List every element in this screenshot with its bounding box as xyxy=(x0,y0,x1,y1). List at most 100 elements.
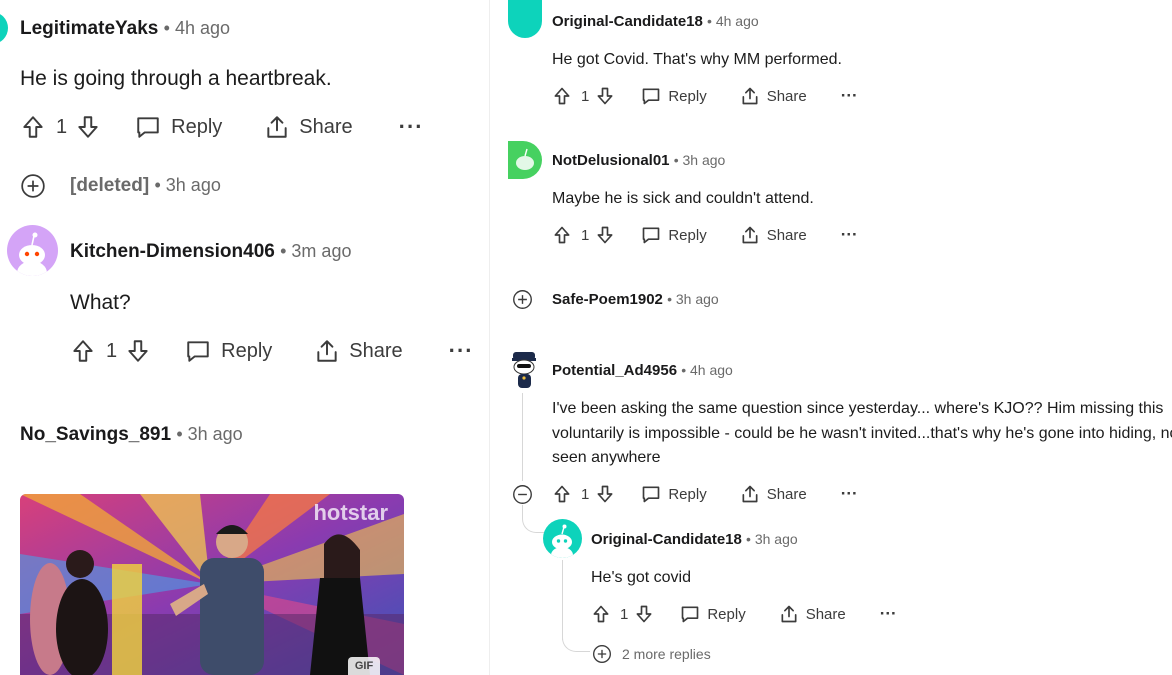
share-button[interactable]: Share xyxy=(779,604,846,624)
comment-author[interactable]: Safe-Poem1902 xyxy=(552,291,663,308)
reply-button[interactable]: Reply xyxy=(641,225,707,245)
comment-actions: 1 Reply Share ··· xyxy=(70,338,474,364)
comment-time: • 4h ago xyxy=(681,362,733,378)
comment-header: Original-Candidate18 • 4h ago xyxy=(552,13,759,30)
avatar[interactable] xyxy=(0,12,8,44)
more-options-button[interactable]: ··· xyxy=(841,86,858,106)
comment-body: He got Covid. That's why MM performed. xyxy=(552,51,842,68)
comment-header: No_Savings_891 • 3h ago xyxy=(20,424,243,446)
comment-bubble-icon xyxy=(643,227,660,244)
comment-time: • 4h ago xyxy=(707,13,759,29)
thread-line[interactable] xyxy=(522,393,523,481)
more-options-button[interactable]: ··· xyxy=(449,338,474,364)
thread-line[interactable] xyxy=(562,560,563,640)
upvote-button[interactable] xyxy=(552,225,572,245)
comment-author[interactable]: Original-Candidate18 xyxy=(591,531,742,548)
expand-thread-button[interactable] xyxy=(512,289,533,315)
downvote-icon xyxy=(597,226,613,244)
downvote-button[interactable] xyxy=(595,484,615,504)
comment-author[interactable]: Potential_Ad4956 xyxy=(552,362,677,379)
snoo-icon xyxy=(17,232,47,276)
comment-bubble-icon xyxy=(187,341,209,362)
share-icon xyxy=(267,116,287,138)
gif-watermark: hotstar xyxy=(313,500,388,525)
upvote-button[interactable] xyxy=(70,338,96,364)
downvote-button[interactable] xyxy=(75,114,101,140)
comment-body: What? xyxy=(70,291,131,314)
comment-author[interactable]: Kitchen-Dimension406 xyxy=(70,241,275,262)
reply-label: Reply xyxy=(707,605,746,623)
more-options-button[interactable]: ··· xyxy=(399,114,424,140)
share-button[interactable]: Share xyxy=(264,114,353,140)
share-button[interactable]: Share xyxy=(740,225,807,245)
more-options-icon: ··· xyxy=(879,604,897,623)
share-button[interactable]: Share xyxy=(740,86,807,106)
more-replies-link[interactable]: 2 more replies xyxy=(592,644,711,664)
share-label: Share xyxy=(299,115,353,138)
gif-badge: GIF xyxy=(348,657,380,675)
snoo-icon xyxy=(551,524,573,558)
expand-thread-button[interactable] xyxy=(20,173,46,204)
reply-label: Reply xyxy=(668,485,707,503)
thread-connector xyxy=(522,505,544,533)
share-button[interactable]: Share xyxy=(740,484,807,504)
avatar[interactable] xyxy=(508,0,542,38)
share-label: Share xyxy=(766,226,807,244)
comment-body-line: I've been asking the same question since… xyxy=(552,400,1164,417)
gif-embed[interactable]: hotstar GIF xyxy=(20,494,404,675)
avatar[interactable] xyxy=(543,519,582,558)
plus-circle-icon xyxy=(21,174,45,198)
comment-author[interactable]: Original-Candidate18 xyxy=(552,13,703,30)
avatar[interactable] xyxy=(508,141,542,179)
share-icon xyxy=(742,87,758,105)
thread-connector xyxy=(562,630,590,652)
comment-time: • 3h ago xyxy=(154,175,221,195)
downvote-icon xyxy=(78,116,98,138)
upvote-icon xyxy=(554,87,570,105)
reply-button[interactable]: Reply xyxy=(680,604,746,624)
plus-circle-icon xyxy=(513,290,532,309)
more-options-icon: ··· xyxy=(398,114,424,139)
more-options-icon: ··· xyxy=(448,338,474,363)
vote-count: 1 xyxy=(581,485,590,503)
share-label: Share xyxy=(766,87,807,105)
upvote-button[interactable] xyxy=(552,484,572,504)
downvote-icon xyxy=(636,605,652,623)
comment-author[interactable]: NotDelusional01 xyxy=(552,152,670,169)
share-label: Share xyxy=(349,339,403,362)
comment-header: Safe-Poem1902 • 3h ago xyxy=(552,291,719,308)
reply-button[interactable]: Reply xyxy=(641,484,707,504)
comment-header: LegitimateYaks • 4h ago xyxy=(20,18,230,40)
column-divider xyxy=(489,0,490,675)
comment-author[interactable]: LegitimateYaks xyxy=(20,18,158,39)
downvote-button[interactable] xyxy=(595,86,615,106)
reply-button[interactable]: Reply xyxy=(641,86,707,106)
comment-body-line: voluntarily is impossible - could be he … xyxy=(552,425,1172,442)
downvote-button[interactable] xyxy=(125,338,151,364)
share-icon xyxy=(742,485,758,503)
reply-button[interactable]: Reply xyxy=(135,114,222,140)
comment-time: • 3m ago xyxy=(280,241,352,261)
comment-author[interactable]: No_Savings_891 xyxy=(20,424,171,445)
downvote-button[interactable] xyxy=(595,225,615,245)
more-options-icon: ··· xyxy=(840,484,858,503)
upvote-icon xyxy=(593,605,609,623)
reply-label: Reply xyxy=(668,87,707,105)
reply-label: Reply xyxy=(668,226,707,244)
upvote-button[interactable] xyxy=(591,604,611,624)
comment-actions: 1 Reply Share ··· xyxy=(591,604,897,624)
vote-count: 1 xyxy=(581,226,590,244)
upvote-button[interactable] xyxy=(20,114,46,140)
more-options-button[interactable]: ··· xyxy=(880,604,897,624)
comment-bubble-icon xyxy=(137,117,159,138)
downvote-button[interactable] xyxy=(634,604,654,624)
share-icon xyxy=(781,605,797,623)
reply-button[interactable]: Reply xyxy=(185,338,272,364)
comment-header: Kitchen-Dimension406 • 3m ago xyxy=(70,241,351,263)
share-button[interactable]: Share xyxy=(314,338,403,364)
upvote-button[interactable] xyxy=(552,86,572,106)
avatar[interactable] xyxy=(7,225,58,276)
more-options-button[interactable]: ··· xyxy=(841,225,858,245)
more-options-button[interactable]: ··· xyxy=(841,484,858,504)
avatar[interactable] xyxy=(508,348,542,390)
